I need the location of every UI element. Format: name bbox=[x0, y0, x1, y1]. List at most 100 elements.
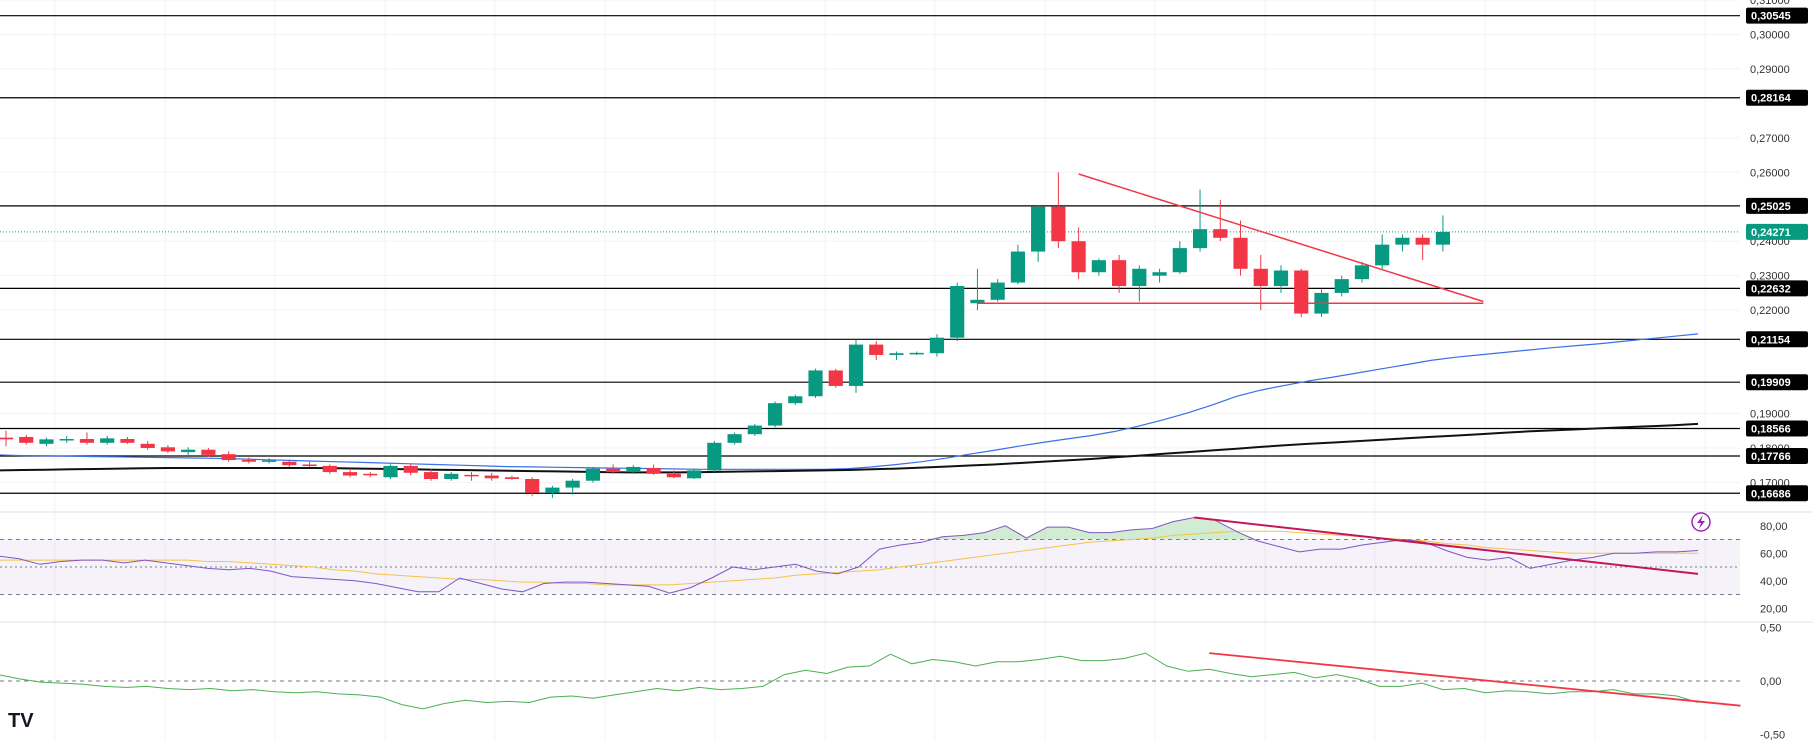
candle bbox=[1031, 205, 1046, 262]
candle-body bbox=[747, 425, 762, 435]
candle bbox=[1091, 258, 1106, 276]
candle-body bbox=[140, 443, 155, 448]
candle-body bbox=[1435, 231, 1450, 245]
candle-body bbox=[1172, 248, 1187, 273]
level-tag: 0,21154 bbox=[1746, 331, 1808, 348]
price-axis[interactable]: 0,310000,300000,290000,270000,260000,240… bbox=[1746, 0, 1808, 502]
level-tag: 0,17766 bbox=[1746, 448, 1808, 465]
candle bbox=[747, 423, 762, 436]
chart-svg[interactable]: 80,00 60,00 40,00 20,00 0,50 0,00 -0,50 0,310… bbox=[0, 0, 1813, 746]
candle-body bbox=[525, 478, 540, 493]
candle bbox=[221, 451, 236, 462]
candle bbox=[889, 351, 904, 361]
candle bbox=[1415, 234, 1430, 261]
candle bbox=[120, 436, 135, 444]
rsi-tick: 40,00 bbox=[1760, 576, 1788, 588]
price-tick: 0,31000 bbox=[1750, 0, 1790, 7]
candle-body bbox=[1071, 241, 1086, 273]
candle-body bbox=[606, 468, 621, 473]
rsi-tick: 80,00 bbox=[1760, 521, 1788, 533]
level-tag: 0,19909 bbox=[1746, 374, 1808, 391]
level-tag-label: 0,18566 bbox=[1751, 423, 1791, 435]
price-tick: 0,29000 bbox=[1750, 64, 1790, 76]
candle bbox=[19, 434, 34, 445]
candle-body bbox=[0, 437, 14, 440]
candle bbox=[1192, 189, 1208, 252]
candle bbox=[0, 430, 14, 447]
candle-body bbox=[59, 439, 74, 441]
candle bbox=[828, 368, 843, 388]
level-tag: 0,25025 bbox=[1746, 197, 1808, 214]
candle bbox=[545, 485, 560, 498]
candle-body bbox=[1415, 237, 1430, 245]
candle bbox=[79, 432, 95, 445]
candle bbox=[201, 447, 216, 457]
candle-body bbox=[160, 447, 175, 452]
candle bbox=[1435, 215, 1450, 252]
candle-body bbox=[79, 439, 95, 443]
candle bbox=[464, 472, 479, 481]
candle bbox=[929, 334, 945, 357]
candle bbox=[565, 478, 580, 495]
candle-body bbox=[241, 460, 256, 462]
candle-body bbox=[1253, 268, 1268, 287]
rsi-overbought-fill bbox=[0, 517, 1698, 540]
level-tag-label: 0,28164 bbox=[1751, 93, 1792, 105]
momentum-tick: 0,50 bbox=[1760, 622, 1781, 634]
candle-body bbox=[1233, 237, 1248, 269]
candle-body bbox=[869, 344, 884, 355]
rsi-tick: 60,00 bbox=[1760, 548, 1788, 560]
candle bbox=[990, 279, 1005, 302]
chart-root: 80,00 60,00 40,00 20,00 0,50 0,00 -0,50 0,310… bbox=[0, 0, 1813, 746]
candle bbox=[39, 437, 54, 447]
candle-body bbox=[1395, 237, 1410, 245]
candle-body bbox=[1010, 251, 1025, 283]
candle-body bbox=[545, 487, 560, 493]
candle-body bbox=[1273, 270, 1289, 287]
candle bbox=[950, 282, 965, 342]
candle-body bbox=[626, 466, 641, 473]
candle bbox=[808, 368, 823, 399]
candle-body bbox=[1132, 268, 1147, 287]
candle bbox=[767, 401, 783, 428]
candle-body bbox=[666, 473, 681, 478]
tradingview-logo: TV bbox=[8, 710, 34, 732]
candle bbox=[1233, 220, 1248, 276]
candle bbox=[707, 441, 722, 473]
level-tag: 0,22632 bbox=[1746, 280, 1808, 297]
momentum-trendline bbox=[1209, 652, 1741, 707]
candle-body bbox=[302, 464, 317, 467]
candle bbox=[160, 445, 175, 454]
candle-body bbox=[221, 454, 236, 461]
candle-body bbox=[585, 468, 600, 481]
lightning-icon[interactable] bbox=[1691, 512, 1711, 532]
candle bbox=[383, 464, 398, 479]
candle-body bbox=[1051, 206, 1066, 242]
candle bbox=[403, 463, 418, 476]
candle bbox=[1253, 255, 1268, 311]
candle-body bbox=[808, 370, 823, 397]
candle-body bbox=[889, 353, 904, 355]
level-tag-label: 0,30545 bbox=[1751, 11, 1791, 23]
candle-body bbox=[423, 472, 439, 479]
candle-body bbox=[565, 480, 580, 488]
candle-body bbox=[1192, 229, 1208, 249]
candle-body bbox=[1152, 272, 1167, 276]
candle-body bbox=[788, 396, 803, 404]
candle bbox=[322, 464, 337, 474]
candle-body bbox=[100, 438, 115, 443]
candle bbox=[100, 435, 115, 445]
candle-body bbox=[929, 337, 945, 354]
rsi-tick: 20,00 bbox=[1760, 603, 1788, 615]
candle-body bbox=[990, 282, 1005, 300]
candle-body bbox=[1334, 279, 1349, 293]
candle bbox=[1112, 255, 1127, 293]
candle-body bbox=[727, 434, 742, 443]
candle bbox=[1375, 234, 1390, 269]
candle-body bbox=[687, 470, 702, 479]
candle bbox=[848, 339, 864, 393]
candle-body bbox=[950, 286, 965, 338]
price-tick: 0,26000 bbox=[1750, 167, 1790, 179]
price-tick: 0,22000 bbox=[1750, 305, 1790, 317]
candle-body bbox=[909, 352, 924, 355]
